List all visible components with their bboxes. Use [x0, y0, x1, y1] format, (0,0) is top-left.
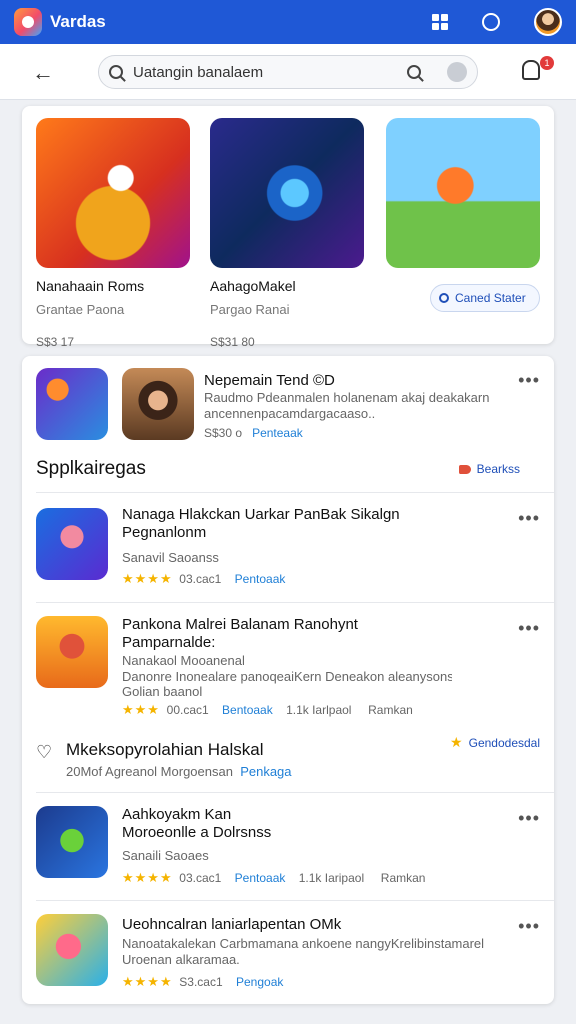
app-icon[interactable] [36, 806, 108, 878]
app-description: Raudmo Pdeanmalen holanenam akaj deakaka… [204, 390, 490, 405]
app-icon[interactable] [36, 616, 108, 688]
app-extra: Ramkan [380, 871, 426, 885]
search-box[interactable] [98, 55, 478, 89]
search-submit-icon[interactable] [407, 65, 421, 79]
app-meta: ★★★ 00.cac1 Bentoaak 1.1k Iarlpaol Ramka… [122, 702, 413, 718]
download-count: 1.1k Iarlpaol [286, 703, 352, 717]
rating-stars: ★★★ [122, 702, 160, 717]
install-link[interactable]: Penteaak [252, 426, 303, 440]
voice-search-icon[interactable] [447, 62, 467, 82]
app-title[interactable]: Aahkoyakm Kan [122, 806, 231, 823]
app-description: Uroenan alkaramaa. [122, 952, 240, 967]
download-count: 1.1k Iaripaol [298, 871, 365, 885]
app-icon[interactable] [36, 914, 108, 986]
section-title: Mkeksopyrolahian Halskal [66, 740, 264, 759]
app-title-line2: Pegnanlonm [122, 524, 207, 541]
section-subtitle: 20Mof Agreanol Morgoensan Penkaga [66, 764, 292, 779]
app-size: 03.cac1 [179, 572, 222, 586]
featured-card: Nanahaain Roms Grantae Paona S$3 17 Aaha… [22, 106, 554, 349]
app-logo-icon[interactable] [14, 8, 42, 36]
app-title[interactable]: Nanaga Hlakckan Uarkar PanBak Sikalgn [122, 506, 412, 523]
app-developer: Sanaili Saoaes [122, 848, 209, 863]
app-meta: ★★★★ 03.cac1 Pentoaak [122, 571, 285, 587]
section-link-label: Bearkss [476, 462, 520, 476]
search-icon [109, 65, 123, 79]
divider [36, 602, 554, 603]
top-app-bar: Vardas [0, 0, 576, 44]
divider [36, 792, 554, 793]
featured-item[interactable]: AahagoMakel Pargao Ranai S$31 80 [210, 118, 368, 349]
app-description: Nanoatakalekan Carbmamana ankoene nangyK… [122, 936, 485, 951]
featured-action-chip[interactable]: Caned Stater [430, 284, 540, 312]
app-meta: S$30 o Penteaak [204, 426, 303, 440]
app-icon[interactable] [36, 368, 108, 440]
apps-grid-icon[interactable] [432, 14, 448, 30]
section-link[interactable]: Bearkss [458, 462, 520, 476]
divider [36, 492, 554, 493]
back-arrow-icon[interactable]: ← [32, 60, 54, 86]
search-input[interactable] [133, 63, 403, 81]
app-title: Vardas [50, 12, 106, 31]
more-options-icon[interactable]: ••• [518, 370, 540, 391]
rating-stars: ★★★★ [122, 974, 173, 989]
divider [36, 900, 554, 901]
section-link[interactable]: ★ Gendodesdal [450, 734, 540, 751]
app-title-line2: Moroeonlle a Dolrsnss [122, 824, 272, 841]
notification-badge: 1 [540, 56, 554, 70]
user-avatar[interactable] [534, 8, 562, 36]
app-size: 03.cac1 [179, 871, 222, 885]
app-title[interactable]: Pankona Malrei Balanam Ranohynt [122, 616, 382, 633]
featured-title: AahagoMakel [210, 278, 296, 294]
section-subtitle-link[interactable]: Penkaga [240, 764, 291, 779]
app-meta: ★★★★ 03.cac1 Pentoaak 1.1k Iaripaol Ramk… [122, 870, 425, 886]
section-subtitle-text: 20Mof Agreanol Morgoensan [66, 764, 233, 779]
app-developer: Nanakaol Mooanenal [122, 653, 245, 668]
heart-icon[interactable]: ♡ [36, 742, 52, 763]
featured-game-image[interactable] [210, 118, 364, 268]
install-link[interactable]: Pentoaak [235, 871, 286, 885]
help-icon[interactable] [482, 13, 500, 31]
more-options-icon[interactable]: ••• [518, 508, 540, 529]
featured-price: S$3 17 [36, 335, 75, 349]
featured-price: S$31 80 [210, 335, 255, 349]
install-link[interactable]: Bentoaak [222, 703, 273, 717]
rating-stars: ★★★★ [122, 870, 173, 885]
app-meta: ★★★★ S3.cac1 Pengoak [122, 974, 283, 990]
app-size: S3.cac1 [179, 975, 223, 989]
app-icon[interactable] [36, 508, 108, 580]
featured-item[interactable]: Nanahaain Roms Grantae Paona S$3 17 [36, 118, 194, 349]
app-icon[interactable] [122, 368, 194, 440]
featured-game-image[interactable] [386, 118, 540, 268]
app-list-card: Nepemain Tend ©D Raudmo Pdeanmalen holan… [22, 356, 554, 1004]
rating-stars: ★★★★ [122, 571, 173, 586]
section-link-label: Gendodesdal [468, 736, 540, 750]
app-extra: Ramkan [368, 703, 413, 717]
app-description: Danonre Inonealare panoqeaiKern Deneakon… [122, 669, 452, 684]
app-size: S$30 o [204, 426, 243, 440]
install-link[interactable]: Pengoak [236, 975, 283, 989]
more-options-icon[interactable]: ••• [518, 618, 540, 639]
notification-bell-icon[interactable] [522, 60, 540, 80]
featured-item[interactable] [386, 118, 544, 268]
search-bar: ← 1 [0, 44, 576, 100]
app-title[interactable]: Nepemain Tend ©D [204, 372, 335, 389]
more-options-icon[interactable]: ••• [518, 916, 540, 937]
app-title[interactable]: Ueohncalran laniarlapentan OMk [122, 916, 341, 933]
tag-icon [458, 465, 471, 474]
app-description: Golian baanol [122, 684, 203, 699]
featured-subtitle: Grantae Paona [36, 302, 125, 317]
featured-game-image[interactable] [36, 118, 190, 268]
chip-icon [439, 293, 449, 303]
app-size: 00.cac1 [166, 703, 209, 717]
app-description: ancennenpacamdargacaaso.. [204, 406, 376, 421]
app-title-line2: Pamparnalde: [122, 634, 216, 651]
more-options-icon[interactable]: ••• [518, 808, 540, 829]
section-title: Spplkairegas [36, 458, 146, 479]
chip-label: Caned Stater [455, 291, 526, 305]
app-developer: Sanavil Saoanss [122, 550, 219, 565]
install-link[interactable]: Pentoaak [235, 572, 286, 586]
featured-subtitle: Pargao Ranai [210, 302, 290, 317]
star-icon: ★ [450, 734, 463, 750]
featured-title: Nanahaain Roms [36, 278, 145, 294]
